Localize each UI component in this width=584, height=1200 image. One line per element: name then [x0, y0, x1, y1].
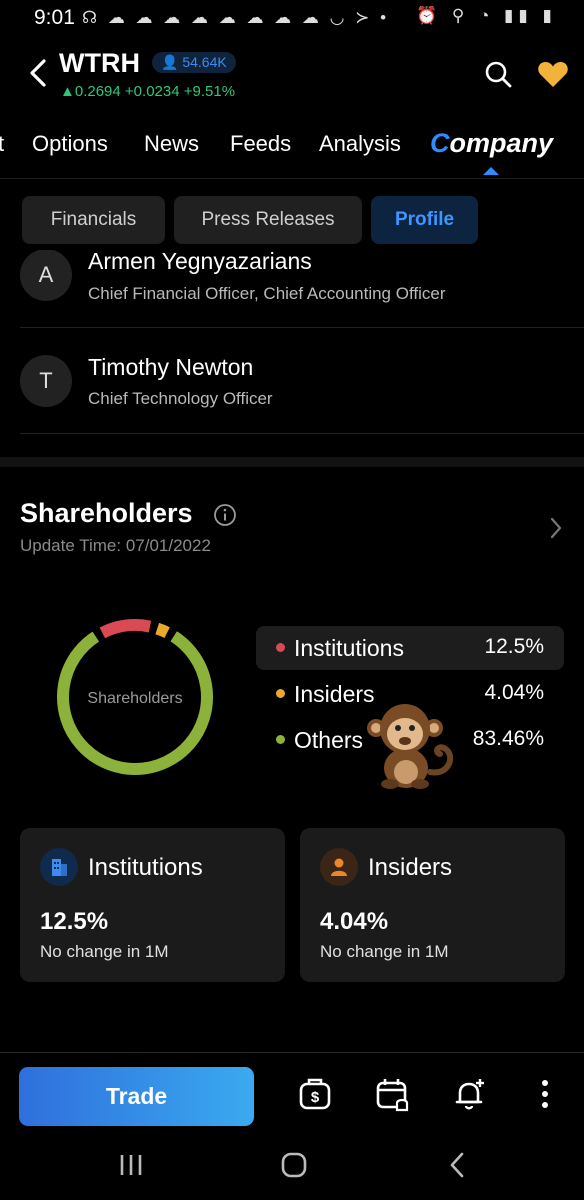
legend-value: 4.04%	[484, 681, 544, 704]
executive-title: Chief Financial Officer, Chief Accountin…	[88, 284, 446, 303]
tab-company-label: ompany	[449, 128, 554, 158]
building-icon	[40, 848, 78, 886]
card-note: No change in 1M	[40, 942, 169, 961]
donut-segment-institutions	[99, 619, 152, 639]
legend-row-institutions[interactable]: Institutions 12.5%	[256, 626, 564, 670]
update-time: Update Time: 07/01/2022	[20, 536, 211, 555]
person-icon: 👤	[161, 54, 179, 70]
card-value: 12.5%	[40, 908, 109, 935]
insiders-card[interactable]: Insiders 4.04% No change in 1M	[300, 828, 565, 982]
up-arrow-icon: ▲	[60, 83, 75, 100]
price-change-pct: +9.51%	[183, 83, 236, 100]
search-icon[interactable]	[484, 60, 512, 88]
row-divider	[20, 327, 584, 328]
avatar: T	[20, 355, 72, 407]
tab-analysis[interactable]: Analysis	[319, 131, 401, 157]
price: 0.2694	[74, 83, 121, 100]
status-time: 9:01	[34, 6, 75, 29]
info-icon[interactable]	[213, 503, 237, 527]
tab-partial[interactable]: t	[0, 131, 4, 157]
executive-title: Chief Technology Officer	[88, 389, 273, 408]
legend-name: Others	[294, 727, 364, 753]
bell-add-icon[interactable]	[452, 1076, 488, 1112]
ticker-symbol: WTRH	[59, 48, 140, 78]
system-back-icon[interactable]	[443, 1150, 473, 1180]
shareholders-donut-chart: Shareholders	[57, 619, 213, 775]
monkey-emoji	[367, 704, 454, 789]
recent-apps-icon[interactable]	[116, 1150, 146, 1180]
legend-dot	[276, 735, 285, 744]
legend-name: Institutions	[294, 635, 404, 661]
section-separator	[0, 457, 584, 467]
row-divider	[20, 433, 584, 434]
person-icon	[320, 848, 358, 886]
executive-name: Timothy Newton	[88, 354, 254, 380]
svg-text:$: $	[311, 1089, 320, 1106]
legend-dot	[276, 643, 285, 652]
donut-segment-insiders	[155, 622, 170, 639]
legend-name: Insiders	[294, 681, 375, 707]
more-vertical-icon[interactable]	[527, 1076, 563, 1112]
card-title: Institutions	[88, 854, 203, 881]
trade-button[interactable]: Trade	[19, 1067, 254, 1126]
back-icon[interactable]	[26, 58, 50, 88]
tab-feeds[interactable]: Feeds	[230, 131, 291, 157]
active-tab-indicator	[483, 167, 499, 175]
dollar-wallet-icon[interactable]: $	[297, 1076, 333, 1112]
tab-company[interactable]: Company	[430, 128, 553, 159]
legend-value: 83.46%	[472, 727, 544, 750]
tab-company-initial: C	[430, 128, 450, 158]
system-status-icons: ⏰ ⚲ ◔ ▮▮ ▮	[416, 6, 557, 25]
subtab-profile[interactable]: Profile	[371, 196, 478, 244]
donut-center-label: Shareholders	[87, 690, 182, 707]
tab-options[interactable]: Options	[32, 131, 108, 157]
subtab-financials[interactable]: Financials	[22, 196, 165, 244]
followers-badge[interactable]: 👤 54.64K	[152, 52, 236, 73]
tab-news[interactable]: News	[144, 131, 199, 157]
price-line: ▲0.2694 +0.0234 +9.51%	[60, 83, 235, 100]
legend-value: 12.5%	[484, 635, 544, 658]
bottom-divider	[0, 1052, 584, 1053]
followers-count: 54.64K	[182, 54, 227, 70]
card-value: 4.04%	[320, 908, 389, 935]
executive-name: Armen Yegnyazarians	[88, 248, 312, 274]
notification-icons: ☊ ☁ ☁ ☁ ☁ ☁ ☁ ☁ ☁ ◡ ≻ •	[82, 8, 390, 27]
legend-dot	[276, 689, 285, 698]
avatar: A	[20, 249, 72, 301]
status-bar: 9:01 ☊ ☁ ☁ ☁ ☁ ☁ ☁ ☁ ☁ ◡ ≻ • ⏰ ⚲ ◔ ▮▮ ▮	[0, 0, 584, 36]
calendar-alert-icon[interactable]	[375, 1076, 411, 1112]
shareholders-title: Shareholders	[20, 498, 193, 528]
subtab-press-releases[interactable]: Press Releases	[174, 196, 362, 244]
chevron-right-icon[interactable]	[549, 516, 563, 540]
heart-icon[interactable]	[537, 60, 569, 88]
card-note: No change in 1M	[320, 942, 449, 961]
home-icon[interactable]	[279, 1150, 309, 1180]
price-change: +0.0234	[124, 83, 180, 100]
nav-divider	[0, 178, 584, 179]
institutions-card[interactable]: Institutions 12.5% No change in 1M	[20, 828, 285, 982]
card-title: Insiders	[368, 854, 453, 881]
